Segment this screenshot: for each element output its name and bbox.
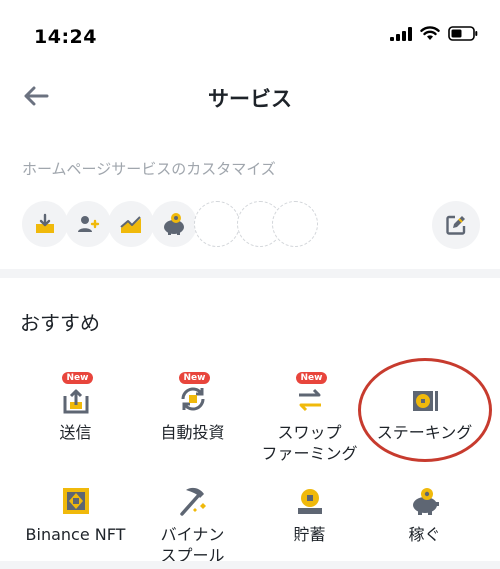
edit-icon — [446, 215, 466, 235]
shortcut-empty-slot[interactable] — [194, 201, 240, 247]
service-binance-pool[interactable]: バイナン スプール — [130, 480, 255, 569]
service-send-label: 送信 — [59, 423, 92, 442]
service-swap-farming-label: スワップ ファーミング — [261, 423, 358, 463]
service-earn[interactable]: 稼ぐ — [362, 480, 487, 569]
service-savings-label: 貯蓄 — [293, 525, 326, 544]
earn-icon — [412, 488, 439, 515]
page-title: サービス — [208, 87, 292, 111]
service-send-icon-wrap: New — [56, 372, 96, 414]
service-savings[interactable]: 貯蓄 — [247, 480, 372, 569]
shortcut-piggy-bank[interactable] — [151, 201, 197, 247]
service-binance-pool-icon-wrap — [173, 480, 213, 516]
service-binance-nft-label: Binance NFT — [25, 525, 126, 544]
service-send[interactable]: New 送信 — [13, 372, 138, 478]
signal-icon — [390, 26, 412, 41]
customize-label: ホームページサービスのカスタマイズ — [22, 160, 276, 178]
edit-button[interactable] — [432, 201, 480, 249]
service-earn-icon-wrap — [405, 480, 445, 516]
service-binance-pool-label: バイナン スプール — [160, 525, 225, 565]
bottom-divider — [0, 561, 500, 569]
service-staking-icon-wrap — [405, 378, 445, 414]
staking-icon — [412, 391, 438, 411]
status-icons — [390, 26, 478, 41]
piggy-bank-icon — [164, 213, 184, 235]
section-divider — [0, 269, 500, 278]
pickaxe-icon — [179, 487, 206, 516]
shortcut-deposit[interactable] — [22, 201, 68, 247]
auto-invest-icon — [181, 387, 204, 411]
new-badge: New — [61, 372, 94, 384]
trend-chart-icon — [120, 216, 141, 233]
service-binance-nft-icon-wrap — [56, 480, 96, 516]
service-staking-label: ステーキング — [376, 423, 473, 442]
service-swap-farming[interactable]: New スワップ ファーミング — [247, 372, 372, 478]
status-bar: 14:24 — [0, 0, 500, 70]
status-time: 14:24 — [34, 26, 97, 48]
shortcut-empty-slot[interactable] — [272, 201, 318, 247]
service-swap-farming-icon-wrap: New — [290, 372, 330, 414]
service-binance-nft[interactable]: Binance NFT — [13, 480, 138, 569]
section-title-recommended: おすすめ — [20, 311, 100, 335]
send-icon — [63, 389, 88, 414]
service-savings-icon-wrap — [290, 480, 330, 516]
service-earn-label: 稼ぐ — [408, 525, 441, 544]
new-badge: New — [178, 372, 211, 384]
nav-bar: サービス — [0, 70, 500, 126]
deposit-icon — [36, 213, 54, 233]
nft-icon — [62, 488, 89, 514]
service-staking[interactable]: ステーキング — [362, 378, 487, 478]
shortcut-trend[interactable] — [108, 201, 154, 247]
shortcut-row — [22, 201, 342, 249]
new-badge: New — [295, 372, 328, 384]
shortcut-add-user[interactable] — [65, 201, 111, 247]
savings-icon — [297, 489, 322, 514]
add-user-icon — [78, 216, 100, 232]
service-auto-invest[interactable]: New 自動投資 — [130, 372, 255, 478]
service-auto-invest-icon-wrap: New — [173, 372, 213, 414]
wifi-icon — [420, 26, 440, 40]
service-auto-invest-label: 自動投資 — [160, 423, 225, 442]
swap-farming-icon — [298, 388, 321, 412]
battery-icon — [448, 26, 478, 41]
